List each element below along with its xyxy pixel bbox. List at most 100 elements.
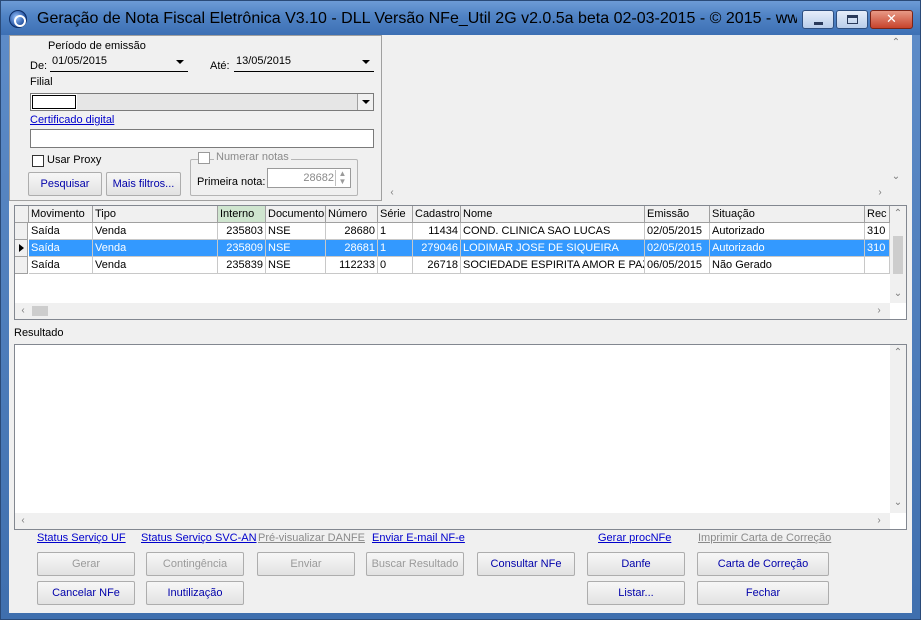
maximize-icon: [847, 15, 858, 24]
cell-movimento: Saída: [29, 223, 93, 240]
chevron-down-icon[interactable]: ⌄: [888, 169, 904, 185]
scroll-thumb[interactable]: [893, 236, 903, 274]
chevron-down-icon: [176, 60, 184, 64]
notes-grid[interactable]: Movimento Tipo Interno Documento Número …: [14, 205, 907, 320]
cell-cadastro: 279046: [413, 240, 461, 257]
branch-dropdown-button[interactable]: [357, 94, 373, 110]
result-label: Resultado: [14, 327, 64, 339]
branch-code-input[interactable]: [32, 95, 76, 109]
certificate-field[interactable]: [30, 129, 374, 148]
client-area: Período de emissão De: 01/05/2015 Até: 1…: [9, 35, 912, 613]
gen-procnfe-link[interactable]: Gerar procNFe: [598, 532, 671, 544]
preview-danfe-link[interactable]: Pré-visualizar DANFE: [258, 532, 365, 544]
cell-emissao: 06/05/2015: [645, 257, 710, 274]
chevron-right-icon[interactable]: ›: [871, 303, 887, 319]
consultar-nfe-button[interactable]: Consultar NFe: [477, 552, 575, 576]
cell-numero: 28680: [326, 223, 378, 240]
filter-panel: Período de emissão De: 01/05/2015 Até: 1…: [9, 35, 382, 201]
column-header[interactable]: Documento: [266, 206, 326, 223]
chevron-down-icon: [362, 100, 370, 104]
chevron-up-icon[interactable]: ⌃: [890, 206, 906, 222]
column-header[interactable]: Movimento: [29, 206, 93, 223]
column-header[interactable]: Cadastro: [413, 206, 461, 223]
result-vertical-scrollbar[interactable]: ⌃ ⌄: [890, 345, 906, 513]
spin-arrows-icon[interactable]: ▲ ▼: [335, 170, 349, 186]
status-uf-link[interactable]: Status Serviço UF: [37, 532, 126, 544]
from-label: De:: [30, 60, 48, 72]
first-note-stepper[interactable]: 28682 ▲ ▼: [267, 168, 351, 188]
minimize-icon: [814, 22, 823, 25]
row-indicator: [15, 257, 28, 274]
chevron-right-icon[interactable]: ›: [872, 185, 888, 201]
app-logo-icon[interactable]: [9, 10, 27, 28]
cell-emissao: 02/05/2015: [645, 240, 710, 257]
close-icon: ✕: [886, 11, 897, 26]
chevron-left-icon[interactable]: ‹: [384, 185, 400, 201]
right-vertical-scrollbar[interactable]: ⌃ ⌄: [888, 35, 904, 185]
cell-numero: 28681: [326, 240, 378, 257]
column-header[interactable]: Tipo: [93, 206, 218, 223]
result-horizontal-scrollbar[interactable]: ‹ ›: [15, 513, 890, 529]
chevron-down-icon[interactable]: ⌄: [890, 495, 906, 511]
to-date-combo[interactable]: 13/05/2015: [234, 54, 374, 72]
column-header-sorted[interactable]: Interno: [218, 206, 266, 223]
buscar-resultado-button[interactable]: Buscar Resultado: [366, 552, 464, 576]
column-header[interactable]: Nome: [461, 206, 645, 223]
cell-cadastro: 11434: [413, 223, 461, 240]
grid-horizontal-scrollbar[interactable]: ‹ ›: [15, 303, 890, 319]
gerar-button[interactable]: Gerar: [37, 552, 135, 576]
maximize-button[interactable]: [836, 10, 868, 29]
right-horizontal-scrollbar[interactable]: ‹ ›: [384, 185, 904, 201]
print-cce-link[interactable]: Imprimir Carta de Correção: [698, 532, 831, 544]
more-filters-button[interactable]: Mais filtros...: [106, 172, 181, 196]
chevron-up-icon[interactable]: ⌃: [888, 35, 904, 51]
to-date-value: 13/05/2015: [236, 55, 292, 67]
use-proxy-checkbox[interactable]: [32, 155, 44, 167]
cell-serie: 1: [378, 223, 413, 240]
search-button[interactable]: Pesquisar: [28, 172, 102, 196]
close-button[interactable]: ✕: [870, 10, 913, 29]
number-notes-checkbox[interactable]: [198, 152, 210, 164]
current-row-icon: [19, 244, 24, 252]
grid-vertical-scrollbar[interactable]: ⌃ ⌄: [890, 206, 906, 303]
contingencia-button[interactable]: Contingência: [146, 552, 244, 576]
cell-interno: 235803: [218, 223, 266, 240]
column-header[interactable]: Emissão: [645, 206, 710, 223]
chevron-up-icon[interactable]: ⌃: [890, 345, 906, 361]
column-header[interactable]: Série: [378, 206, 413, 223]
chevron-left-icon[interactable]: ‹: [15, 513, 31, 529]
danfe-button[interactable]: Danfe: [587, 552, 685, 576]
from-date-combo[interactable]: 01/05/2015: [50, 54, 188, 72]
certificate-link[interactable]: Certificado digital: [30, 114, 114, 126]
cancelar-nfe-button[interactable]: Cancelar NFe: [37, 581, 135, 605]
cell-situacao: Não Gerado: [710, 257, 865, 274]
chevron-down-icon[interactable]: ⌄: [890, 286, 906, 302]
column-header[interactable]: Rec: [865, 206, 890, 223]
listar-button[interactable]: Listar...: [587, 581, 685, 605]
send-email-link[interactable]: Enviar E-mail NF-e: [372, 532, 465, 544]
status-svc-link[interactable]: Status Serviço SVC-AN: [141, 532, 257, 544]
column-header[interactable]: Situação: [710, 206, 865, 223]
carta-correcao-button[interactable]: Carta de Correção: [697, 552, 829, 576]
chevron-right-icon[interactable]: ›: [871, 513, 887, 529]
cell-rec: 310: [865, 240, 890, 257]
scroll-thumb[interactable]: [32, 306, 48, 316]
cell-rec: [865, 257, 890, 274]
chevron-left-icon[interactable]: ‹: [15, 303, 31, 319]
branch-label: Filial: [30, 76, 53, 88]
cell-tipo: Venda: [93, 257, 218, 274]
cell-movimento: Saída: [29, 240, 93, 257]
enviar-button[interactable]: Enviar: [257, 552, 355, 576]
row-indicator-header: [15, 206, 29, 223]
title-bar[interactable]: Geração de Nota Fiscal Eletrônica V3.10 …: [1, 1, 920, 35]
minimize-button[interactable]: [802, 10, 834, 29]
fechar-button[interactable]: Fechar: [697, 581, 829, 605]
inutilizacao-button[interactable]: Inutilização: [146, 581, 244, 605]
cell-emissao: 02/05/2015: [645, 223, 710, 240]
result-textarea[interactable]: ⌃ ⌄ ‹ ›: [14, 344, 907, 530]
period-label: Período de emissão: [48, 40, 146, 52]
column-header[interactable]: Número: [326, 206, 378, 223]
right-panel: ⌃ ⌄ ‹ ›: [384, 35, 912, 201]
cell-serie: 1: [378, 240, 413, 257]
branch-combo[interactable]: [30, 93, 374, 111]
